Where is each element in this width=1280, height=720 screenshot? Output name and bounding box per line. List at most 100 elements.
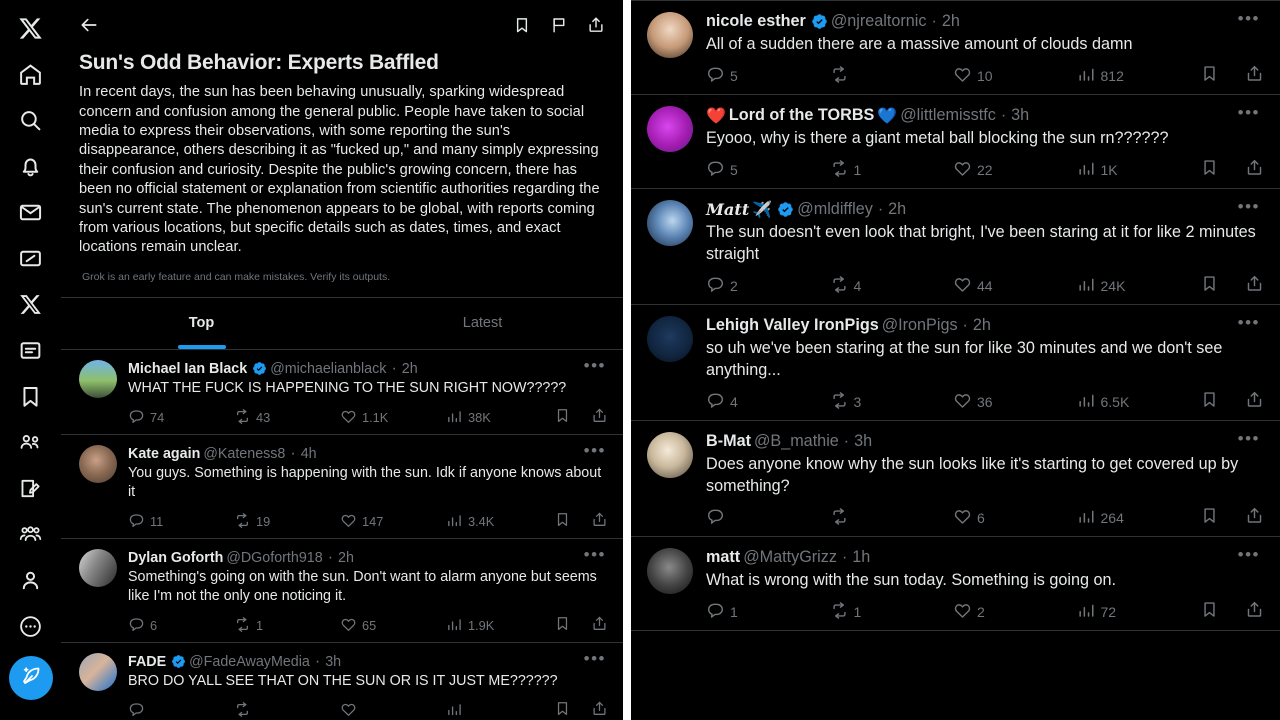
tweet-author-handle[interactable]: @MattyGrizz [743,548,837,567]
retweet-action[interactable]: 1 [234,616,340,636]
sidebar-item-more[interactable] [9,604,53,648]
tweet-author-name[interactable]: Michael Ian Black [128,361,247,377]
sidebar-item-profile[interactable] [9,558,53,602]
avatar[interactable] [647,200,693,246]
retweet-action[interactable]: 3 [830,391,954,413]
share-action[interactable] [591,700,608,720]
bookmark-action[interactable] [554,511,571,533]
tweet-author-handle[interactable]: @IronPigs [882,316,958,335]
tweet-more-options-button[interactable]: ••• [1226,198,1264,217]
sidebar-item-communities[interactable] [9,420,53,464]
bookmark-action[interactable] [1200,390,1219,414]
reply-action[interactable]: 4 [706,391,830,413]
tweet-author-handle[interactable]: @mldiffley [797,200,873,219]
like-action[interactable] [340,701,446,720]
tweet-author-name[interactable]: FADE [128,654,166,670]
like-action[interactable]: 10 [953,65,1077,87]
bookmark-icon[interactable] [513,16,531,34]
sidebar-item-messages[interactable] [9,190,53,234]
like-action[interactable]: 2 [953,601,1077,623]
tweet-more-options-button[interactable]: ••• [572,357,610,376]
tweet-timestamp[interactable]: 2h [973,316,991,335]
tweet-more-options-button[interactable]: ••• [572,546,610,565]
share-action[interactable] [1245,64,1264,88]
sidebar-item-lists[interactable] [9,328,53,372]
retweet-action[interactable] [830,65,954,87]
sidebar-item-notifications[interactable] [9,144,53,188]
avatar[interactable] [647,106,693,152]
tweet-item[interactable]: nicole esther @njrealtornic · 2h ••• All… [631,1,1280,95]
sidebar-item-premium[interactable] [9,282,53,326]
tweet-more-options-button[interactable]: ••• [1226,430,1264,449]
views-action[interactable]: 38K [446,408,552,428]
tweet-item[interactable]: Michael Ian Black @michaelianblack · 2h … [61,350,623,435]
tweet-more-options-button[interactable]: ••• [572,442,610,461]
tweet-more-options-button[interactable]: ••• [1226,546,1264,565]
bookmark-action[interactable] [554,615,571,637]
tweet-item[interactable]: matt @MattyGrizz · 1h ••• What is wrong … [631,537,1280,631]
share-action[interactable] [1245,274,1264,298]
sidebar-item-home[interactable] [9,52,53,96]
views-action[interactable]: 24K [1077,275,1201,297]
reply-action[interactable]: 6 [128,616,234,636]
retweet-action[interactable]: 4 [830,275,954,297]
tweet-more-options-button[interactable]: ••• [1226,10,1264,29]
tweet-author-name[interactable]: nicole esther [706,12,806,31]
tweet-author-handle[interactable]: @littlemisstfc [900,106,996,125]
tab-top[interactable]: Top [61,298,342,349]
views-action[interactable]: 72 [1077,601,1201,623]
tweet-item[interactable]: Lehigh Valley IronPigs @IronPigs · 2h ••… [631,305,1280,421]
tweet-timestamp[interactable]: 2h [888,200,906,219]
tweet-author-handle[interactable]: @njrealtornic [831,12,927,31]
like-action[interactable]: 6 [953,507,1077,529]
tweet-author-handle[interactable]: @B_mathie [754,432,839,451]
tweet-timestamp[interactable]: 2h [338,550,354,566]
tweet-timestamp[interactable]: 3h [1011,106,1029,125]
tab-latest[interactable]: Latest [342,298,623,349]
views-action[interactable]: 1.9K [446,616,552,636]
tweet-author-name[interactable]: Matt [706,200,749,219]
share-action[interactable] [1245,506,1264,530]
share-action[interactable] [591,511,608,533]
sidebar-item-groups[interactable] [9,512,53,556]
views-action[interactable]: 1K [1077,159,1201,181]
tweet-more-options-button[interactable]: ••• [572,650,610,669]
avatar[interactable] [79,548,117,587]
like-action[interactable]: 147 [340,512,446,532]
tweet-timestamp[interactable]: 3h [325,654,341,670]
reply-action[interactable]: 1 [706,601,830,623]
tweet-author-name[interactable]: Kate again [128,446,200,462]
reply-action[interactable] [706,507,830,529]
tweet-author-handle[interactable]: @DGoforth918 [226,550,322,566]
avatar[interactable] [79,444,117,483]
tweet-author-name[interactable]: B-Mat [706,432,751,451]
tweet-item[interactable]: ❤️ Lord of the TORBS 💙 @littlemisstfc · … [631,95,1280,189]
retweet-action[interactable] [234,701,340,720]
reply-action[interactable]: 5 [706,65,830,87]
like-action[interactable]: 44 [953,275,1077,297]
back-button[interactable] [79,15,99,35]
share-action[interactable] [591,407,608,429]
tweet-author-handle[interactable]: @Kateness8 [203,446,285,462]
avatar[interactable] [647,432,693,478]
tweet-item[interactable]: B-Mat @B_mathie · 3h ••• Does anyone kno… [631,421,1280,537]
tweet-author-handle[interactable]: @michaelianblack [270,361,386,377]
avatar[interactable] [647,548,693,594]
bookmark-action[interactable] [1200,64,1219,88]
tweet-author-name[interactable]: matt [706,548,740,567]
tweet-timestamp[interactable]: 2h [942,12,960,31]
bookmark-action[interactable] [1200,158,1219,182]
tweet-more-options-button[interactable]: ••• [1226,104,1264,123]
tweet-author-name[interactable]: Dylan Goforth [128,550,223,566]
tweet-item[interactable]: FADE @FadeAwayMedia · 3h ••• BRO DO YALL… [61,643,623,720]
sidebar-item-notes[interactable] [9,466,53,510]
like-action[interactable]: 36 [953,391,1077,413]
retweet-action[interactable]: 1 [830,601,954,623]
tweet-item[interactable]: Dylan Goforth @DGoforth918 · 2h ••• Some… [61,539,623,643]
reply-action[interactable]: 5 [706,159,830,181]
retweet-action[interactable]: 19 [234,512,340,532]
avatar[interactable] [79,652,117,691]
share-action[interactable] [1245,600,1264,624]
avatar[interactable] [647,316,693,362]
retweet-action[interactable]: 43 [234,408,340,428]
